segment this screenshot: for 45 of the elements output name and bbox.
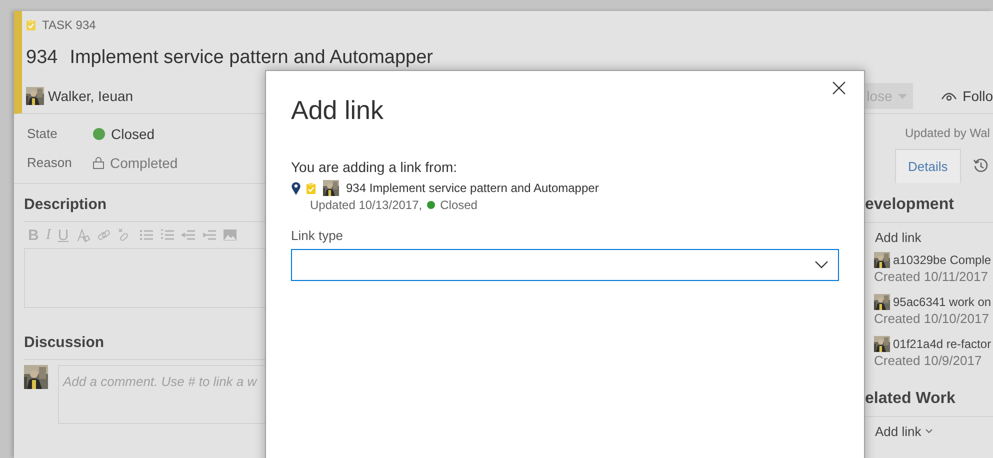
- work-item-link[interactable]: 934 Implement service pattern and Automapper: [346, 181, 599, 195]
- intro-text: You are adding a link from:: [291, 159, 458, 175]
- commit-link[interactable]: 95ac6341 work on: [893, 295, 992, 309]
- clipboard-check-icon: [26, 19, 36, 31]
- work-item-type: TASK 934: [42, 18, 96, 32]
- bullet-list-icon[interactable]: [138, 228, 153, 242]
- clipboard-check-icon: [306, 182, 316, 194]
- field-label: Reason: [27, 155, 73, 170]
- chevron-down-icon: [815, 261, 828, 269]
- image-icon[interactable]: [222, 228, 237, 242]
- eye-icon: [940, 91, 957, 101]
- dialog-title: Add link: [291, 95, 384, 127]
- status-dot-icon: [427, 201, 436, 209]
- close-icon[interactable]: [832, 81, 846, 95]
- outdent-icon[interactable]: [180, 228, 195, 242]
- assigned-to[interactable]: Walker, Ieuan: [48, 88, 134, 104]
- link-type-dropdown[interactable]: [291, 249, 839, 281]
- history-icon: [972, 158, 989, 174]
- updated-date: Updated 10/13/2017,: [310, 198, 422, 212]
- details-tab[interactable]: Details: [895, 149, 961, 183]
- numbered-list-icon[interactable]: [160, 228, 174, 242]
- work-item-id: 934: [26, 47, 58, 69]
- field-value[interactable]: Closed: [111, 126, 155, 142]
- commit-link[interactable]: 01f21a4d re-factor: [893, 337, 992, 351]
- updated-by-text: Updated by Wal: [904, 125, 991, 142]
- caret-icon: [898, 94, 907, 98]
- field-label: Link type: [291, 228, 344, 243]
- add-link-button[interactable]: Add link: [865, 417, 993, 445]
- highlight-icon[interactable]: [76, 228, 90, 242]
- follow-button[interactable]: Follo: [940, 88, 993, 104]
- commit-date: Created 10/11/2017: [874, 269, 989, 284]
- lock-icon: [93, 156, 104, 169]
- commit-date: Created 10/10/2017: [874, 311, 990, 326]
- commit-link[interactable]: a10329be Comple: [893, 253, 992, 267]
- commit-date: Created 10/9/2017: [874, 353, 983, 368]
- field-label: State: [27, 126, 58, 141]
- link-icon[interactable]: [96, 228, 111, 242]
- status-dot-icon: [93, 128, 105, 140]
- chevron-down-icon: [925, 428, 934, 434]
- location-pin-icon: [291, 181, 301, 195]
- add-link-button[interactable]: Add link: [865, 223, 993, 251]
- indent-icon[interactable]: [202, 228, 216, 242]
- state-text: Closed: [440, 198, 478, 212]
- field-value: Completed: [110, 154, 178, 170]
- work-item-title[interactable]: Implement service pattern and Automapper: [70, 47, 434, 69]
